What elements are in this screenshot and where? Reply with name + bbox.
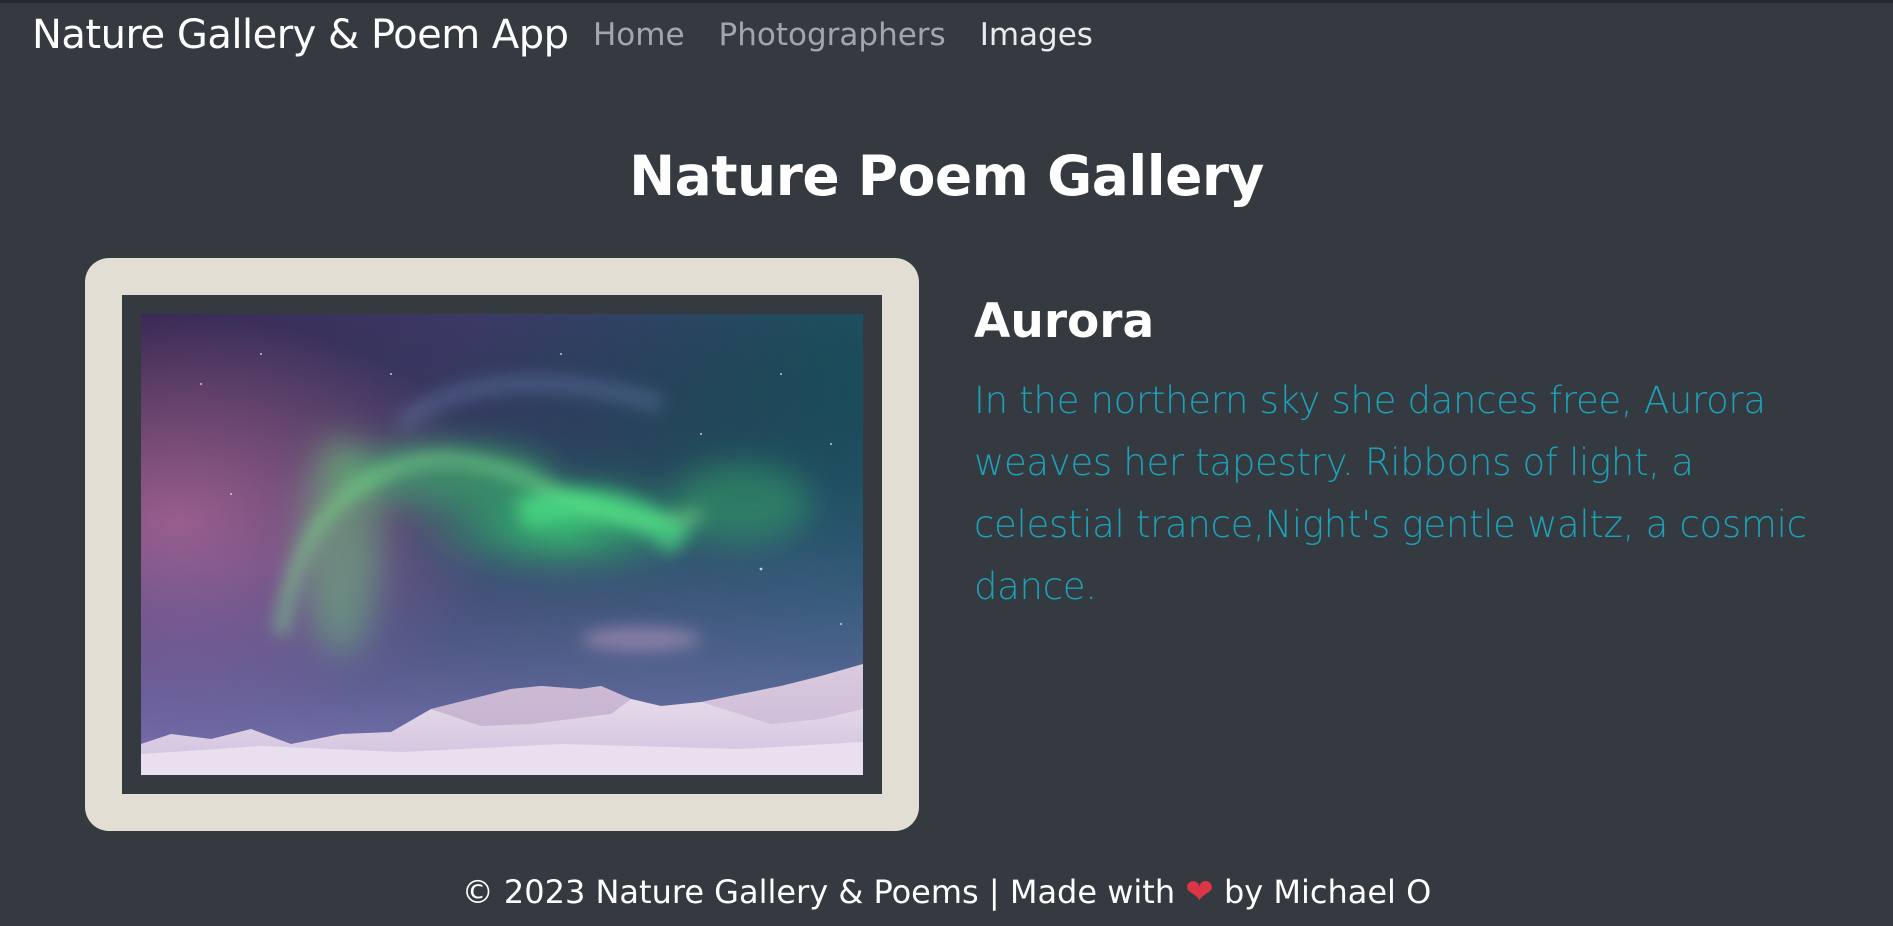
- nav-link-images[interactable]: Images: [980, 15, 1093, 55]
- page-title: Nature Poem Gallery: [629, 144, 1264, 208]
- navbar-brand[interactable]: Nature Gallery & Poem App: [32, 11, 569, 59]
- nav-link-home[interactable]: Home: [593, 15, 685, 55]
- navbar: Nature Gallery & Poem App Home Photograp…: [0, 3, 1893, 61]
- footer-prefix: © 2023 Nature Gallery & Poems | Made wit…: [461, 873, 1176, 911]
- heart-icon: ❤: [1185, 872, 1214, 912]
- nav-links: Home Photographers Images: [593, 15, 1093, 55]
- nav-link-photographers[interactable]: Photographers: [719, 15, 946, 55]
- poem-text: In the northern sky she dances free, Aur…: [974, 379, 1807, 608]
- image-mat: [122, 295, 882, 794]
- aurora-image: [141, 314, 863, 775]
- poem-title: Aurora: [974, 294, 1155, 349]
- image-frame: [85, 258, 919, 831]
- footer-suffix: by Michael O: [1223, 873, 1432, 911]
- footer: © 2023 Nature Gallery & Poems | Made wit…: [0, 868, 1893, 916]
